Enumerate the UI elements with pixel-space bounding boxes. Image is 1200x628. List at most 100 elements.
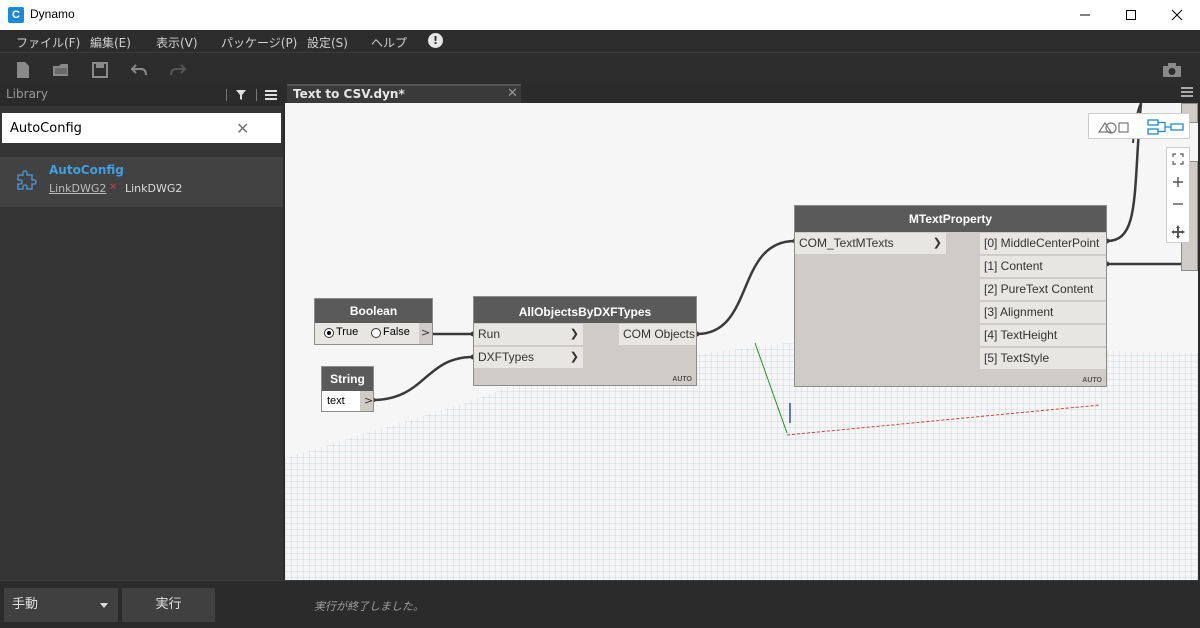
port-arrow-icon: ❯: [569, 328, 579, 340]
view-mode-toggle: [1088, 113, 1190, 139]
tab-menu-icon[interactable]: [1181, 86, 1193, 98]
port-arrow-icon: ❯: [932, 237, 942, 249]
maximize-icon: [1126, 10, 1136, 20]
divider: [226, 89, 227, 101]
port-arrow-icon: ❯: [569, 351, 579, 363]
menu-bar: ファイル(F) 編集(E) 表示(V) パッケージ(P) 設定(S) ヘルプ: [0, 30, 1200, 52]
save-icon[interactable]: [91, 61, 109, 79]
boolean-toggle: True False: [315, 323, 419, 344]
string-node[interactable]: String text >: [321, 366, 374, 412]
menu-view[interactable]: 表示(V): [156, 34, 198, 51]
new-file-icon[interactable]: [14, 61, 32, 79]
maximize-button[interactable]: [1108, 0, 1154, 30]
library-title: Library: [6, 87, 48, 101]
zoom-in-icon[interactable]: [1172, 176, 1184, 188]
port-label: [2] PureText Content: [984, 282, 1094, 296]
zoom-to-fit-icon[interactable]: [1172, 153, 1184, 165]
dynamo-app-icon: C: [8, 7, 24, 23]
result-name: AutoConfig: [49, 163, 124, 177]
port-label: DXFTypes: [478, 350, 535, 364]
port-label: [1] Content: [984, 259, 1043, 273]
execution-bar: 手動 実行 実行が終了しました。: [0, 580, 1200, 628]
pan-icon[interactable]: [1171, 225, 1185, 239]
true-label: True: [336, 326, 359, 338]
node-title: Boolean: [315, 299, 432, 323]
boolean-node[interactable]: Boolean True False >: [314, 298, 433, 345]
node-title: MTextProperty: [795, 206, 1106, 232]
output-port-puretext-content[interactable]: [2] PureText Content: [980, 279, 1106, 300]
search-result-item[interactable]: AutoConfig LinkDWG2 ✕ LinkDWG2: [0, 157, 283, 207]
string-output-port[interactable]: >: [364, 394, 373, 407]
node-title: String: [322, 367, 373, 391]
output-port-text-height[interactable]: [4] TextHeight: [980, 325, 1106, 346]
output-port-text-style[interactable]: [5] TextStyle: [980, 348, 1106, 369]
result-category-link[interactable]: LinkDWG2: [49, 182, 106, 195]
library-search-box: ✕: [2, 113, 281, 143]
port-label: [5] TextStyle: [984, 351, 1050, 365]
true-radio[interactable]: [324, 328, 334, 338]
camera-icon[interactable]: [1162, 61, 1182, 79]
boolean-output-port[interactable]: >: [421, 326, 430, 339]
output-port-content[interactable]: [1] Content: [980, 256, 1106, 277]
graph-canvas[interactable]: Boolean True False > String text > AllOb…: [285, 103, 1198, 580]
close-window-button[interactable]: [1154, 0, 1200, 30]
zoom-controls: [1166, 147, 1190, 243]
zoom-out-icon[interactable]: [1172, 198, 1184, 210]
input-port-dxftypes[interactable]: DXFTypes ❯: [474, 347, 583, 368]
mtext-property-node[interactable]: MTextProperty COM_TextMTexts ❯ [0] Middl…: [794, 205, 1107, 387]
menu-help[interactable]: ヘルプ: [371, 34, 407, 51]
menu-packages[interactable]: パッケージ(P): [221, 34, 297, 51]
library-header: Library: [0, 84, 283, 106]
output-port-middle-center-point[interactable]: [0] MiddleCenterPoint: [980, 233, 1106, 254]
all-objects-by-dxf-types-node[interactable]: AllObjectsByDXFTypes Run ❯ DXFTypes ❯ CO…: [473, 296, 697, 386]
result-separator-icon: ✕: [109, 182, 118, 193]
menu-file[interactable]: ファイル(F): [16, 34, 80, 51]
run-mode-dropdown[interactable]: 手動: [4, 588, 118, 622]
library-search-input[interactable]: [2, 113, 242, 143]
input-port-com-textmtexts[interactable]: COM_TextMTexts ❯: [795, 233, 946, 254]
tab-label: Text to CSV.dyn*: [293, 87, 405, 101]
port-label: [0] MiddleCenterPoint: [984, 236, 1100, 250]
port-label: COM Objects: [623, 327, 696, 341]
menu-edit[interactable]: 編集(E): [90, 34, 131, 51]
clear-search-icon[interactable]: ✕: [236, 119, 249, 138]
workspace-tab-bar: Text to CSV.dyn* ✕: [283, 84, 1200, 103]
tab-close-icon[interactable]: ✕: [507, 86, 518, 101]
filter-icon[interactable]: [235, 89, 247, 101]
minimize-button[interactable]: [1062, 0, 1108, 30]
graph-view-icon[interactable]: [1147, 118, 1185, 136]
notification-icon[interactable]: !: [428, 33, 443, 48]
list-view-icon[interactable]: [265, 89, 277, 101]
puzzle-node-icon: [17, 170, 37, 190]
false-radio[interactable]: [371, 328, 381, 338]
divider: [256, 89, 257, 101]
status-message: 実行が終了しました。: [314, 600, 424, 613]
geometry-view-icon[interactable]: [1097, 119, 1131, 135]
chevron-down-icon: [100, 603, 108, 608]
auto-label: AUTO: [672, 376, 692, 383]
menu-settings[interactable]: 設定(S): [307, 34, 348, 51]
port-label: [4] TextHeight: [984, 328, 1058, 342]
string-value-input[interactable]: text: [322, 391, 360, 411]
output-port-alignment[interactable]: [3] Alignment: [980, 302, 1106, 323]
open-folder-icon[interactable]: [52, 61, 70, 79]
input-port-run[interactable]: Run ❯: [474, 324, 583, 345]
auto-label: AUTO: [1082, 377, 1102, 384]
radio-dot: [327, 331, 331, 335]
run-mode-value: 手動: [12, 597, 39, 612]
tab-text-to-csv[interactable]: Text to CSV.dyn* ✕: [287, 84, 521, 103]
redo-icon[interactable]: [169, 61, 187, 79]
output-port-com-objects[interactable]: COM Objects: [619, 324, 696, 345]
toolbar: [0, 52, 1200, 84]
result-type: LinkDWG2: [125, 182, 183, 195]
close-icon: [1171, 9, 1183, 21]
node-title: AllObjectsByDXFTypes: [474, 297, 696, 323]
undo-icon[interactable]: [130, 61, 148, 79]
false-label: False: [383, 326, 410, 338]
port-label: COM_TextMTexts: [799, 236, 894, 250]
minimize-icon: [1080, 14, 1090, 16]
library-panel: Library ✕ AutoConfig LinkDWG2 ✕ LinkDWG2: [0, 84, 283, 580]
window-title: Dynamo: [30, 7, 75, 21]
run-button[interactable]: 実行: [122, 588, 215, 622]
title-bar: C Dynamo: [0, 0, 1200, 30]
